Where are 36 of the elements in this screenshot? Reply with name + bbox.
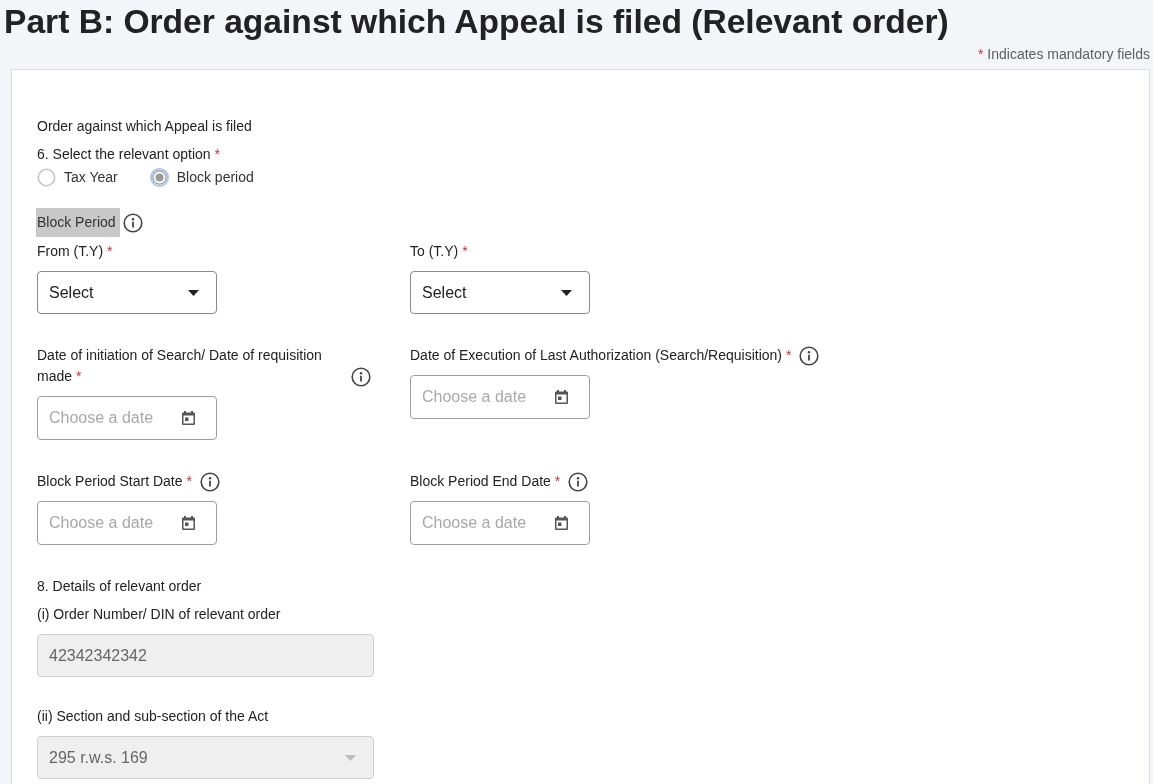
section-label: Order against which Appeal is filed bbox=[37, 117, 253, 136]
info-icon[interactable] bbox=[199, 472, 220, 492]
field-label: 6. Select the relevant option * bbox=[37, 145, 221, 164]
page-title: Part B: Order against which Appeal is filed (Relevant order) bbox=[3, 2, 950, 42]
select-dropdown[interactable]: Select bbox=[410, 271, 590, 314]
caret-icon bbox=[345, 754, 356, 761]
select-dropdown[interactable]: Select bbox=[37, 271, 217, 314]
info-icon[interactable] bbox=[351, 367, 371, 387]
calendar-icon[interactable] bbox=[182, 516, 195, 530]
calendar-icon[interactable] bbox=[555, 516, 568, 530]
field-label: Date of Execution of Last Authorization (Search/Requisition) * bbox=[410, 346, 793, 365]
field-label: Block Period End Date * bbox=[410, 472, 562, 491]
field-label: (i) Order Number/ DIN of relevant order bbox=[37, 605, 281, 624]
mandatory-note: * Indicates mandatory fields bbox=[976, 45, 1151, 63]
field-label: To (T.Y) * bbox=[410, 242, 469, 261]
calendar-icon[interactable] bbox=[555, 390, 568, 404]
info-icon[interactable] bbox=[568, 472, 589, 492]
radio-option[interactable]: Tax Year bbox=[37, 167, 118, 187]
date-input[interactable]: Choose a date bbox=[410, 375, 590, 419]
calendar-icon[interactable] bbox=[182, 411, 195, 425]
info-icon[interactable] bbox=[122, 212, 143, 233]
radio-option[interactable]: Block period bbox=[149, 167, 254, 187]
field-label: From (T.Y) * bbox=[37, 242, 114, 261]
date-input[interactable]: Choose a date bbox=[410, 501, 590, 545]
section-label: 8. Details of relevant order bbox=[37, 577, 203, 596]
caret-icon bbox=[188, 289, 199, 296]
field-label: (ii) Section and sub-section of the Act bbox=[37, 707, 269, 726]
field-label: Block Period Start Date * bbox=[37, 472, 193, 491]
date-input[interactable]: Choose a date bbox=[37, 501, 217, 545]
date-input[interactable]: Choose a date bbox=[37, 396, 217, 440]
radio-icon[interactable] bbox=[149, 167, 169, 187]
radio-icon[interactable] bbox=[37, 167, 56, 187]
info-icon[interactable] bbox=[799, 346, 820, 366]
section-heading: Block Period bbox=[36, 208, 120, 237]
caret-icon bbox=[561, 289, 572, 296]
field-label: Date of initiation of Search/ Date of requisition made * bbox=[37, 346, 323, 386]
